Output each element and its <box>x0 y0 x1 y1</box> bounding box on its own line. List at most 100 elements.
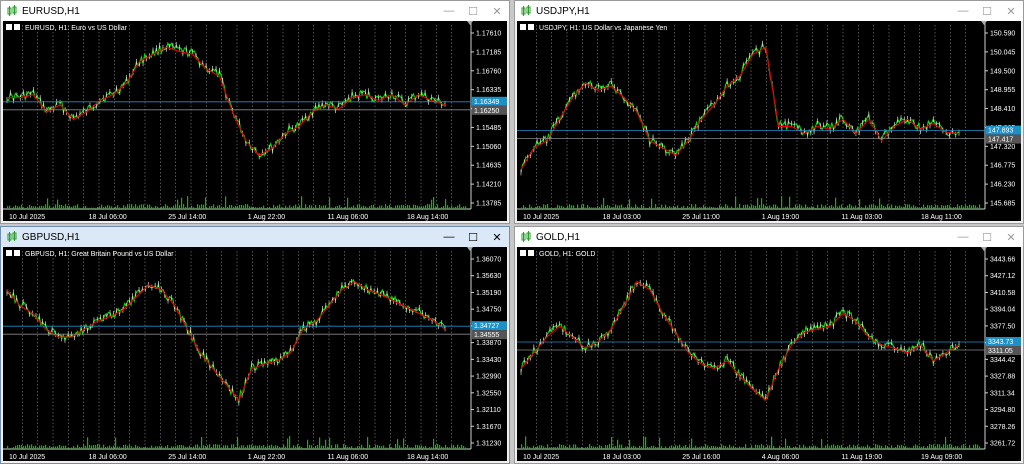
volume-bar <box>355 207 357 209</box>
volume-bar <box>15 205 17 209</box>
chart-canvas[interactable]: GBPUSD, H1: Great Britain Pound vs US Do… <box>3 247 507 461</box>
volume-bar <box>777 447 779 449</box>
volume-bar <box>77 444 79 449</box>
volume-bar <box>437 444 439 449</box>
volume-bar <box>33 206 35 209</box>
maximize-button[interactable]: ☐ <box>975 227 999 247</box>
price-chart-area[interactable]: GBPUSD, H1: Great Britain Pound vs US Do… <box>3 247 507 461</box>
volume-bar <box>275 445 277 449</box>
volume-bar <box>349 207 351 209</box>
volume-bar <box>379 445 381 449</box>
volume-bar <box>261 446 263 449</box>
chart-canvas[interactable]: EURUSD, H1: Euro vs US Dollar 1.17610 1.17… <box>3 21 507 221</box>
volume-bar <box>445 199 447 209</box>
volume-bar <box>41 445 43 449</box>
volume-bar <box>167 445 169 449</box>
volume-bar <box>683 446 685 449</box>
window-titlebar[interactable]: GBPUSD,H1 — ☐ ✕ <box>1 227 509 247</box>
price-label: 1.16335 <box>476 87 501 94</box>
volume-bar <box>245 447 247 449</box>
window-titlebar[interactable]: USDJPY,H1 — ☐ ✕ <box>515 1 1023 21</box>
minimize-button[interactable]: — <box>437 1 461 21</box>
volume-bar <box>89 444 91 449</box>
volume-bar <box>943 444 945 449</box>
volume-bar <box>547 204 549 209</box>
volume-bar <box>299 446 301 449</box>
eurusd-chart-window[interactable]: EURUSD,H1 — ☐ ✕ EURUSD, H1: Euro vs US D… <box>0 0 510 224</box>
minimize-button[interactable]: — <box>951 1 975 21</box>
volume-bar <box>165 446 167 449</box>
volume-bar <box>919 446 921 449</box>
chart-canvas[interactable]: GOLD, H1: GOLD 3443.66 3427.12 3410.58 3394.… <box>517 247 1021 461</box>
volume-bar <box>877 206 879 209</box>
gbpusd-chart-window[interactable]: GBPUSD,H1 — ☐ ✕ GBPUSD, H1: Great Britai… <box>0 226 510 464</box>
volume-bar <box>889 447 891 449</box>
volume-bar <box>365 206 367 209</box>
volume-bar <box>189 445 191 449</box>
volume-bar <box>553 207 555 209</box>
volume-bar <box>83 206 85 209</box>
maximize-button[interactable]: ☐ <box>975 1 999 21</box>
volume-bar <box>883 205 885 209</box>
price-chart-area[interactable]: USDJPY, H1: US Dollar vs Japanese Yen 150… <box>517 21 1021 221</box>
chart-canvas[interactable]: USDJPY, H1: US Dollar vs Japanese Yen 150… <box>517 21 1021 221</box>
volume-bar <box>155 446 157 449</box>
volume-bar <box>453 207 455 209</box>
gold-chart-window[interactable]: GOLD,H1 — ☐ ✕ GOLD, H1: GOLD 3443.66 3427.… <box>514 226 1024 464</box>
volume-bar <box>59 204 61 209</box>
volume-bar <box>135 204 137 209</box>
volume-bar <box>353 447 355 449</box>
price-chart-area[interactable]: GOLD, H1: GOLD 3443.66 3427.12 3410.58 3394.… <box>517 247 1021 461</box>
volume-bar <box>305 204 307 209</box>
volume-bar <box>925 447 927 449</box>
window-titlebar[interactable]: GOLD,H1 — ☐ ✕ <box>515 227 1023 247</box>
usdjpy-chart-window[interactable]: USDJPY,H1 — ☐ ✕ USDJPY, H1: US Dollar vs… <box>514 0 1024 224</box>
volume-bar <box>633 445 635 449</box>
volume-bar <box>667 447 669 449</box>
volume-bar <box>703 446 705 449</box>
close-button[interactable]: ✕ <box>485 1 509 21</box>
volume-bar <box>523 205 525 209</box>
maximize-button[interactable]: ☐ <box>461 227 485 247</box>
volume-bar <box>345 444 347 449</box>
volume-bar <box>619 205 621 209</box>
volume-bar <box>547 444 549 449</box>
volume-bar <box>111 446 113 449</box>
volume-bar <box>635 446 637 449</box>
volume-bar <box>279 204 281 209</box>
minimize-button[interactable]: — <box>951 227 975 247</box>
volume-bar <box>579 447 581 449</box>
volume-bar <box>95 444 97 449</box>
volume-bar <box>603 197 605 209</box>
volume-bar <box>201 436 203 449</box>
volume-bar <box>785 206 787 209</box>
volume-bar <box>69 447 71 449</box>
volume-bar <box>435 206 437 209</box>
volume-bar <box>953 446 955 449</box>
close-button[interactable]: ✕ <box>999 1 1023 21</box>
trade-icon <box>528 250 534 256</box>
volume-bar <box>161 445 163 449</box>
close-button[interactable]: ✕ <box>999 227 1023 247</box>
maximize-button[interactable]: ☐ <box>461 1 485 21</box>
volume-bar <box>781 196 783 209</box>
volume-bar <box>695 204 697 209</box>
close-button[interactable]: ✕ <box>485 227 509 247</box>
volume-bar <box>869 204 871 209</box>
window-titlebar[interactable]: EURUSD,H1 — ☐ ✕ <box>1 1 509 21</box>
volume-bar <box>391 447 393 449</box>
volume-bar <box>177 199 179 209</box>
volume-bar <box>781 446 783 449</box>
volume-bar <box>671 207 673 209</box>
volume-bar <box>183 445 185 449</box>
volume-bar <box>699 207 701 209</box>
volume-bar <box>271 444 273 449</box>
price-chart-area[interactable]: EURUSD, H1: Euro vs US Dollar 1.17610 1.17… <box>3 21 507 221</box>
volume-bar <box>71 447 73 449</box>
volume-bar <box>689 207 691 209</box>
volume-bar <box>657 447 659 449</box>
volume-bar <box>93 444 95 449</box>
volume-bar <box>965 204 967 209</box>
minimize-button[interactable]: — <box>437 227 461 247</box>
volume-bar <box>607 204 609 209</box>
